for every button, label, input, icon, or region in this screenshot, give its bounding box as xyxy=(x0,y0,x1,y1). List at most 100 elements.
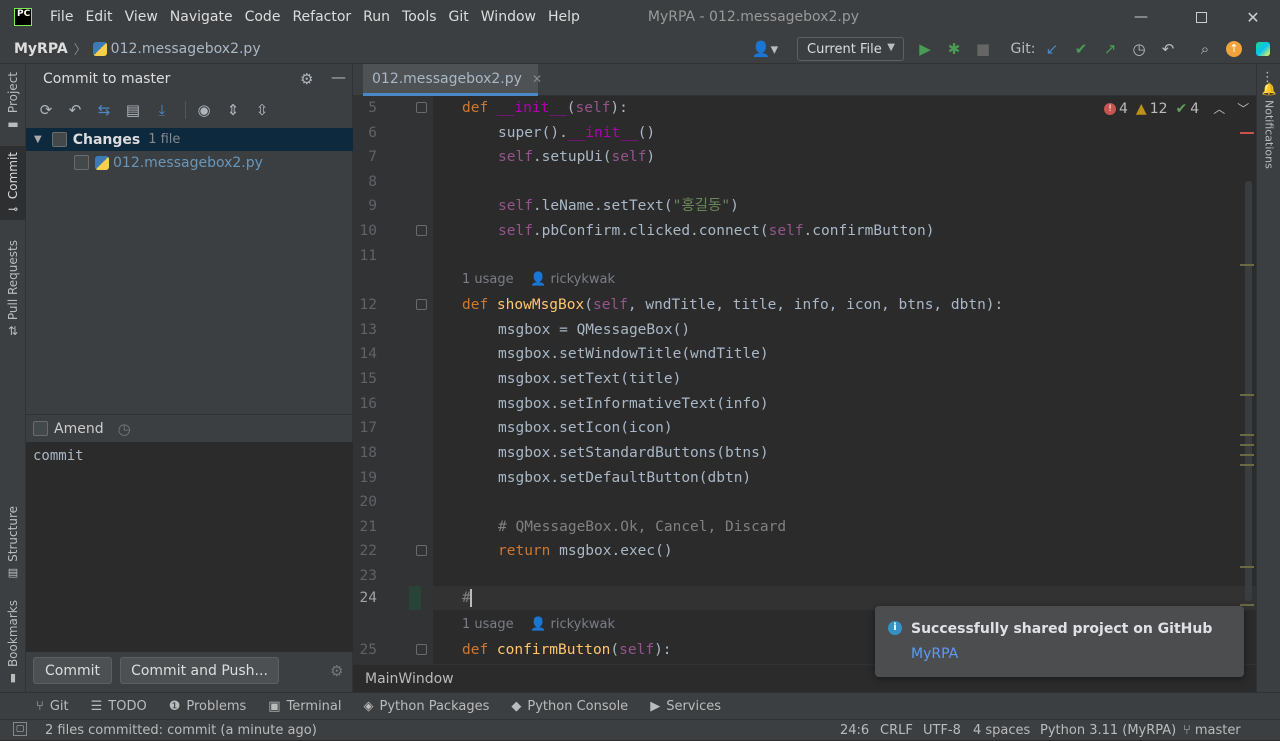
gear-icon[interactable]: ⚙ xyxy=(300,70,313,88)
warning-marker[interactable] xyxy=(1240,444,1254,446)
code-editor[interactable]: 5 def __init__(self): 6 super().__init__()… xyxy=(353,96,1256,664)
collapse-all-icon[interactable]: ⇳ xyxy=(250,98,274,122)
run-icon[interactable]: ▶ xyxy=(914,38,936,60)
fold-icon[interactable] xyxy=(416,644,427,655)
rollback-icon[interactable]: ↶ xyxy=(1157,38,1179,60)
tool-tab-project[interactable]: Project ▬ xyxy=(0,72,26,131)
commit-button[interactable]: Commit xyxy=(33,657,112,684)
amend-checkbox[interactable] xyxy=(33,421,48,436)
close-window-button[interactable]: ✕ xyxy=(1230,0,1276,34)
changes-checkbox[interactable] xyxy=(51,132,67,147)
amend-label: Amend xyxy=(54,420,104,437)
notification-link[interactable]: MyRPA xyxy=(911,646,958,662)
commit-message-input[interactable]: commit xyxy=(26,442,353,652)
tool-windows-icon[interactable]: ▢ xyxy=(13,722,27,736)
menu-help[interactable]: Help xyxy=(542,9,586,25)
inlay-hint[interactable]: 1 usage 👤 rickykwak xyxy=(462,617,615,632)
warning-marker[interactable] xyxy=(1240,394,1254,396)
tool-tab-notifications-label: Notifications xyxy=(1262,100,1276,169)
tool-services[interactable]: ▶ Services xyxy=(650,699,721,714)
stop-icon[interactable]: ■ xyxy=(972,38,994,60)
warning-marker[interactable] xyxy=(1240,454,1254,456)
menu-tools[interactable]: Tools xyxy=(396,9,443,25)
git-update-icon[interactable]: ↙ xyxy=(1041,38,1063,60)
structure-icon: ▤ xyxy=(7,565,19,579)
scrollbar-thumb[interactable] xyxy=(1245,181,1252,601)
warning-marker[interactable] xyxy=(1240,566,1254,568)
eye-icon[interactable]: ◉ xyxy=(192,98,216,122)
warning-marker[interactable] xyxy=(1240,434,1254,436)
editor-scrollbar[interactable] xyxy=(1232,96,1256,664)
tool-tab-commit[interactable]: Commit ⊸ xyxy=(0,146,26,220)
close-tab-icon[interactable]: ✕ xyxy=(532,72,542,86)
chevron-up-icon[interactable]: ︿ xyxy=(1213,100,1225,117)
warning-marker[interactable] xyxy=(1240,264,1254,266)
tool-tab-pull-requests[interactable]: Pull Requests ⇅ xyxy=(0,240,26,338)
warning-marker[interactable] xyxy=(1240,464,1254,466)
code-line: 11 xyxy=(359,248,377,264)
editor-tab-active[interactable]: 012.messagebox2.py ✕ xyxy=(363,64,542,96)
refresh-icon[interactable]: ⟳ xyxy=(34,98,58,122)
git-commit-icon[interactable]: ✔ xyxy=(1070,38,1092,60)
tool-python-console[interactable]: ◆ Python Console xyxy=(511,699,628,714)
commit-and-push-button[interactable]: Commit and Push... xyxy=(120,657,279,684)
menu-edit[interactable]: Edit xyxy=(79,9,118,25)
breadcrumb-file[interactable]: 012.messagebox2.py xyxy=(92,41,261,57)
changed-file-row[interactable]: 012.messagebox2.py xyxy=(26,151,353,174)
history-icon[interactable]: ◷ xyxy=(118,420,131,438)
status-message[interactable]: 2 files committed: commit (a minute ago) xyxy=(45,723,317,738)
fold-icon[interactable] xyxy=(416,225,427,236)
error-marker[interactable] xyxy=(1240,132,1254,134)
tool-terminal[interactable]: ▣ Terminal xyxy=(268,699,341,714)
inlay-hint[interactable]: 1 usage 👤 rickykwak xyxy=(462,272,615,287)
menu-window[interactable]: Window xyxy=(475,9,542,25)
menu-navigate[interactable]: Navigate xyxy=(164,9,239,25)
status-line-separator[interactable]: CRLF xyxy=(880,720,913,741)
gear-icon[interactable]: ⚙ xyxy=(330,662,343,680)
author-icon: 👤 xyxy=(530,272,547,287)
maximize-button[interactable] xyxy=(1178,0,1224,34)
search-icon[interactable]: ⌕ xyxy=(1194,38,1216,60)
status-indent[interactable]: 4 spaces xyxy=(973,720,1030,741)
menu-git[interactable]: Git xyxy=(443,9,475,25)
tool-tab-bookmarks[interactable]: Bookmarks ▮ xyxy=(0,600,26,684)
fold-icon[interactable] xyxy=(416,545,427,556)
file-checkbox[interactable] xyxy=(74,155,89,170)
menu-view[interactable]: View xyxy=(119,9,164,25)
tool-git[interactable]: ⑂ Git xyxy=(36,699,69,714)
diff-icon[interactable]: ⇆ xyxy=(92,98,116,122)
menu-code[interactable]: Code xyxy=(239,9,287,25)
minimize-panel-icon[interactable]: — xyxy=(331,68,346,86)
changes-group-row[interactable]: ▼ Changes 1 file xyxy=(26,128,353,151)
rollback-icon[interactable]: ↶ xyxy=(63,98,87,122)
status-position[interactable]: 24:6 xyxy=(840,720,869,741)
status-interpreter[interactable]: Python 3.11 (MyRPA) xyxy=(1040,720,1176,741)
tool-tab-structure[interactable]: Structure ▤ xyxy=(0,506,26,579)
git-push-icon[interactable]: ↗ xyxy=(1099,38,1121,60)
expand-all-icon[interactable]: ⇕ xyxy=(221,98,245,122)
status-encoding[interactable]: UTF-8 xyxy=(923,720,961,741)
menu-run[interactable]: Run xyxy=(357,9,396,25)
menu-refactor[interactable]: Refactor xyxy=(286,9,357,25)
breadcrumb-project[interactable]: MyRPA xyxy=(14,41,68,57)
update-icon[interactable]: ↑ xyxy=(1223,38,1245,60)
history-icon[interactable]: ◷ xyxy=(1128,38,1150,60)
download-icon[interactable]: ⤓ xyxy=(150,98,174,122)
run-configuration-select[interactable]: Current File ▼ xyxy=(797,37,904,61)
menu-file[interactable]: File xyxy=(44,9,79,25)
fold-icon[interactable] xyxy=(416,102,427,113)
tool-problems[interactable]: ❶ Problems xyxy=(169,699,247,714)
jetbrains-icon[interactable] xyxy=(1252,38,1274,60)
status-branch[interactable]: ⑂ master xyxy=(1183,720,1241,741)
tool-todo[interactable]: ☰ TODO xyxy=(91,699,147,714)
debug-icon[interactable]: ✱ xyxy=(943,38,965,60)
fold-icon[interactable] xyxy=(416,299,427,310)
inspections-widget[interactable]: ! 4 ▲ 12 ✔ 4 ︿ ﹀ xyxy=(1104,100,1249,117)
chevron-down-icon[interactable]: ▼ xyxy=(34,134,42,145)
tool-tab-notifications[interactable]: 🔔 Notifications xyxy=(1257,82,1280,169)
user-icon[interactable]: 👤▾ xyxy=(750,38,780,60)
tool-python-packages[interactable]: ◈ Python Packages xyxy=(364,699,490,714)
breadcrumb-class[interactable]: MainWindow xyxy=(365,671,454,687)
minimize-button[interactable]: — xyxy=(1118,0,1164,34)
shelve-icon[interactable]: ▤ xyxy=(121,98,145,122)
